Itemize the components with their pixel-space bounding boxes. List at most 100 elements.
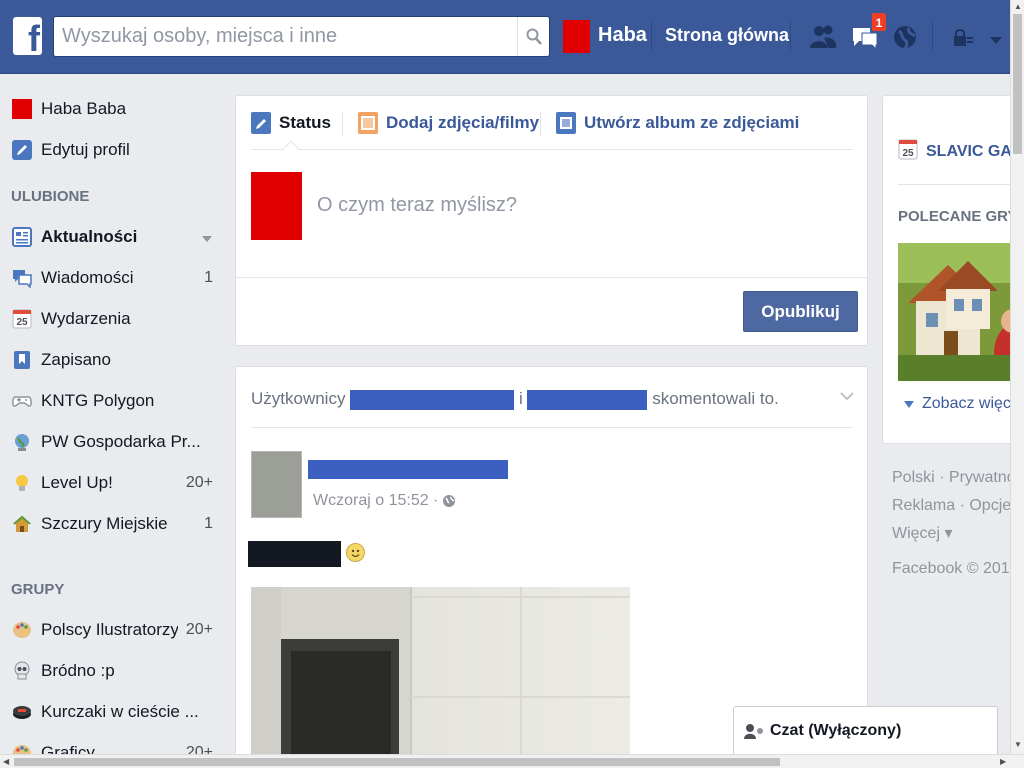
vertical-scrollbar-thumb[interactable] xyxy=(1013,14,1022,154)
public-globe-icon xyxy=(443,495,456,507)
sidebar-item-profile[interactable]: Haba Baba xyxy=(12,94,222,124)
divider xyxy=(251,427,853,428)
redacted-user-link[interactable] xyxy=(527,389,648,410)
footer-links-line-1[interactable]: Polski · Prywatność xyxy=(892,464,1012,492)
sidebar-item-label: Szczury Miejskie xyxy=(41,514,168,533)
see-more-link[interactable]: Zobacz więcej xyxy=(904,395,1023,413)
sidebar-item-polscy-ilustratorzy[interactable]: Polscy Ilustratorzy 20+ xyxy=(12,615,222,645)
publish-button[interactable]: Opublikuj xyxy=(743,291,858,332)
tab-label: Dodaj zdjęcia/filmy xyxy=(386,113,540,132)
user-avatar[interactable] xyxy=(563,20,590,53)
divider xyxy=(932,22,933,50)
skull-icon xyxy=(12,661,32,681)
copyright: Facebook © 2015 xyxy=(892,560,1012,577)
post-options-chevron-down-icon[interactable] xyxy=(840,388,854,406)
recommended-games-header: POLECANE GRY xyxy=(898,208,1018,225)
right-column-card: 25 SLAVIC GAMES POLECANE GRY Zobacz więc… xyxy=(882,95,1024,444)
sidebar-item-pw-gospodarka[interactable]: PW Gospodarka Pr... xyxy=(12,427,222,457)
chat-label: Czat (Wyłączony) xyxy=(770,722,902,739)
scroll-down-arrow-icon[interactable]: ▼ xyxy=(1014,740,1022,749)
tab-status[interactable]: Status xyxy=(251,112,331,134)
sidebar-item-count: 1 xyxy=(204,515,213,532)
friend-requests-icon[interactable] xyxy=(808,22,838,57)
tab-add-photos[interactable]: Dodaj zdjęcia/filmy xyxy=(358,112,539,134)
composer-avatar xyxy=(251,172,302,240)
page-footer: Polski · Prywatność Reklama · Opcje wybo… xyxy=(892,464,1012,583)
scroll-up-arrow-icon[interactable]: ▲ xyxy=(1014,2,1022,11)
search-button[interactable] xyxy=(517,17,549,56)
messages-icon xyxy=(12,268,32,289)
sidebar-item-kurczaki[interactable]: Kurczaki w cieście ... xyxy=(12,697,222,727)
sidebar-item-szczury-miejskie[interactable]: Szczury Miejskie 1 xyxy=(12,509,222,539)
sidebar-item-label: Aktualności xyxy=(41,227,138,246)
profile-link[interactable]: Haba xyxy=(598,24,647,47)
footer-links-line-2[interactable]: Reklama · Opcje wyboru xyxy=(892,492,1012,520)
notifications-globe-icon[interactable] xyxy=(891,22,919,57)
sidebar-item-label: KNTG Polygon xyxy=(41,391,155,410)
divider xyxy=(790,22,791,50)
sidebar-item-label: Kurczaki w cieście ... xyxy=(41,702,199,721)
activity-and: i xyxy=(518,389,523,408)
chevron-down-icon xyxy=(904,395,922,412)
divider xyxy=(251,149,853,150)
palette-icon xyxy=(12,620,32,640)
search-input[interactable] xyxy=(62,17,512,56)
sidebar-item-label: Zapisano xyxy=(41,350,111,369)
game-thumbnail[interactable] xyxy=(898,243,1023,381)
scroll-left-arrow-icon[interactable]: ◀ xyxy=(3,757,9,766)
event-link[interactable]: 25 SLAVIC GAMES xyxy=(898,138,1024,165)
sidebar-item-events[interactable]: 25 Wydarzenia xyxy=(12,304,222,334)
news-feed-icon xyxy=(12,227,32,247)
sidebar-item-label: Polscy Ilustratorzy xyxy=(41,620,178,639)
redacted-user-link[interactable] xyxy=(350,389,515,410)
sidebar-item-level-up[interactable]: Level Up! 20+ xyxy=(12,468,222,498)
lightbulb-icon xyxy=(12,473,32,493)
pencil-icon xyxy=(12,140,32,160)
status-input[interactable]: O czym teraz myślisz? xyxy=(317,194,517,217)
favorites-header: ULUBIONE xyxy=(11,188,90,205)
calendar-icon: 25 xyxy=(898,138,918,165)
post-timestamp[interactable]: Wczoraj o 15:52 · xyxy=(313,492,456,510)
sidebar-item-brodno[interactable]: Bródno :p xyxy=(12,656,222,686)
divider xyxy=(651,22,652,50)
home-link[interactable]: Strona główna xyxy=(665,25,789,46)
smiley-emoji-icon xyxy=(346,543,365,562)
chevron-down-icon[interactable] xyxy=(202,227,212,247)
sidebar-item-kntg-polygon[interactable]: KNTG Polygon xyxy=(12,386,222,416)
account-menu-chevron-down-icon[interactable] xyxy=(990,32,1002,50)
footer-more-link[interactable]: Więcej ▾ xyxy=(892,520,1012,548)
tab-create-album[interactable]: Utwórz album ze zdjęciami xyxy=(556,112,799,134)
activity-prefix: Użytkownicy xyxy=(251,389,346,408)
active-tab-caret xyxy=(282,140,300,158)
album-icon xyxy=(556,112,576,134)
post-author-avatar[interactable] xyxy=(251,451,302,518)
sidebar-item-label: Edytuj profil xyxy=(41,140,130,159)
sidebar-item-news-feed[interactable]: Aktualności xyxy=(12,222,222,252)
tab-label: Utwórz album ze zdjęciami xyxy=(584,113,800,132)
divider xyxy=(540,112,541,136)
privacy-shortcuts-icon[interactable] xyxy=(952,28,974,53)
sidebar-item-label: Bródno :p xyxy=(41,661,115,680)
search-box xyxy=(53,16,550,57)
sidebar-item-edit-profile[interactable]: Edytuj profil xyxy=(12,135,222,165)
top-navigation-bar: f Haba Strona główna 1 xyxy=(0,0,1010,74)
horizontal-scrollbar[interactable]: ◀ ▶ xyxy=(0,754,1024,768)
horizontal-scrollbar-thumb[interactable] xyxy=(14,758,780,766)
see-more-label: Zobacz więcej xyxy=(922,395,1024,412)
profile-avatar xyxy=(12,99,32,119)
hockey-puck-icon xyxy=(12,702,32,722)
sidebar-item-saved[interactable]: Zapisano xyxy=(12,345,222,375)
groups-header: GRUPY xyxy=(11,581,65,598)
sidebar-item-label: Wydarzenia xyxy=(41,309,131,328)
sidebar-item-label: Wiadomości xyxy=(41,268,134,287)
vertical-scrollbar[interactable]: ▲ ▼ xyxy=(1010,0,1024,754)
facebook-logo-icon[interactable]: f xyxy=(13,17,42,57)
chat-users-icon xyxy=(744,724,763,739)
search-icon xyxy=(526,28,542,45)
redacted-post-author[interactable] xyxy=(308,460,508,479)
sidebar-item-messages[interactable]: Wiadomości 1 xyxy=(12,263,222,293)
sidebar-item-count: 20+ xyxy=(185,621,213,638)
scroll-right-arrow-icon[interactable]: ▶ xyxy=(1000,757,1006,766)
post-photo[interactable] xyxy=(251,587,630,768)
post-activity-header: Użytkownicy i skomentowali to. xyxy=(251,389,779,410)
